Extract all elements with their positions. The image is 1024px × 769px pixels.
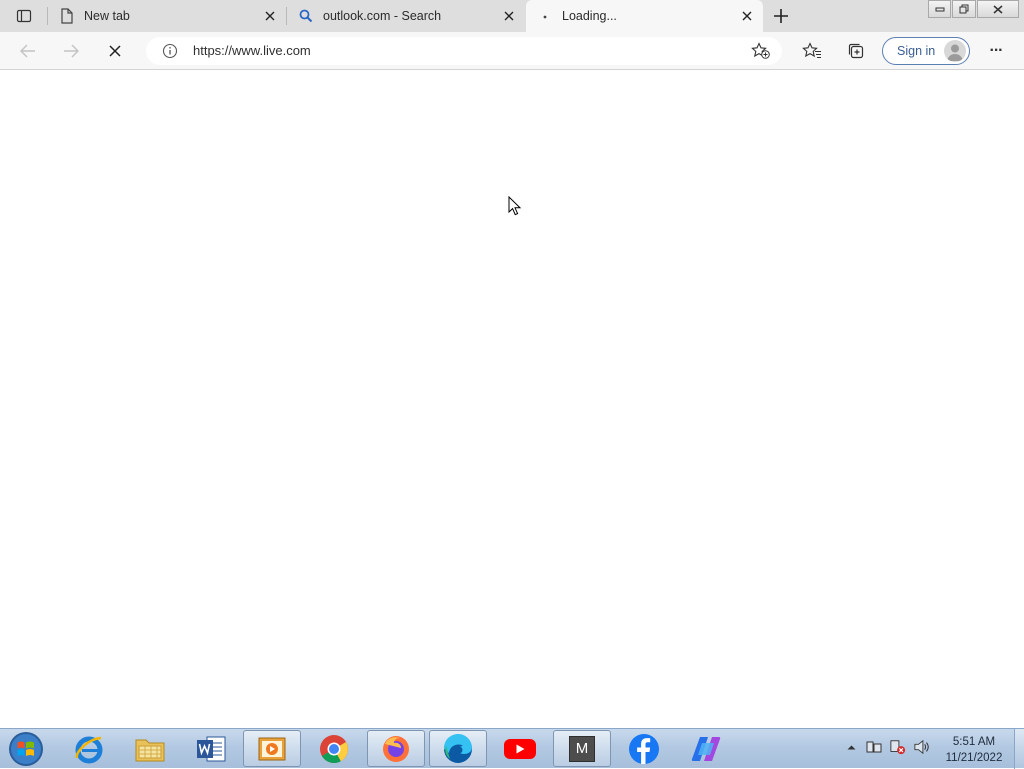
forward-button[interactable] <box>57 37 85 65</box>
site-info-icon[interactable] <box>162 43 178 59</box>
word-icon <box>197 736 226 761</box>
taskbar-word[interactable] <box>182 730 240 767</box>
m-app-letter: M <box>575 740 589 757</box>
close-window-button[interactable] <box>977 0 1019 18</box>
url-text[interactable]: https://www.live.com <box>193 43 311 58</box>
clock-time: 5:51 AM <box>952 736 996 748</box>
forward-arrow-icon <box>64 44 79 58</box>
tab-title: New tab <box>84 9 130 23</box>
clock-date: 11/21/2022 <box>945 752 1003 764</box>
close-icon <box>993 4 1003 14</box>
mouse-cursor-icon <box>508 196 522 216</box>
minimize-icon <box>935 7 944 12</box>
internet-explorer-icon <box>75 736 103 763</box>
show-desktop-button[interactable] <box>1014 729 1024 769</box>
sign-in-label: Sign in <box>897 44 936 58</box>
network-error-icon[interactable] <box>890 738 906 756</box>
collections-button[interactable] <box>842 37 870 65</box>
browser-toolbar: https://www.live.com Sign in ··· <box>0 32 1024 70</box>
restore-button[interactable] <box>952 0 976 18</box>
taskbar-firefox[interactable] <box>367 730 425 767</box>
m-app-icon: M <box>569 735 595 762</box>
close-tab-icon[interactable] <box>262 8 278 24</box>
address-bar[interactable]: https://www.live.com <box>146 37 782 65</box>
more-icon: ··· <box>989 42 1004 59</box>
chrome-icon <box>320 734 348 763</box>
page-content <box>0 71 1024 728</box>
taskbar-edge[interactable] <box>429 730 487 767</box>
new-tab-button[interactable] <box>768 4 794 28</box>
volume-icon[interactable] <box>914 738 930 756</box>
firefox-icon <box>383 735 409 762</box>
collections-icon <box>848 43 864 59</box>
favorites-icon <box>802 42 821 59</box>
taskbar-media-player[interactable] <box>243 730 301 767</box>
back-arrow-icon <box>20 44 35 58</box>
avatar <box>944 40 966 62</box>
stop-loading-button[interactable] <box>101 37 129 65</box>
youtube-icon <box>504 738 536 759</box>
restore-icon <box>959 4 968 14</box>
close-tab-icon[interactable] <box>739 8 755 24</box>
stop-icon <box>109 45 121 57</box>
add-favorite-icon[interactable] <box>750 41 772 61</box>
page-icon <box>59 8 75 24</box>
taskbar-youtube[interactable] <box>491 730 549 767</box>
minimize-button[interactable] <box>928 0 951 18</box>
taskbar-file-explorer[interactable] <box>121 730 179 767</box>
tab-new-tab[interactable]: New tab <box>48 0 286 32</box>
search-icon <box>298 8 314 24</box>
tab-actions-button[interactable] <box>8 4 40 28</box>
loading-dot-icon <box>537 8 553 24</box>
tray-device-icon[interactable] <box>866 738 882 756</box>
taskbar-chrome[interactable] <box>305 730 363 767</box>
chevron-up-icon <box>847 745 855 750</box>
sign-in-button[interactable]: Sign in <box>882 37 970 65</box>
tab-outlook-search[interactable]: outlook.com - Search <box>287 0 525 32</box>
edge-icon <box>443 733 472 763</box>
media-player-icon <box>258 737 286 760</box>
taskbar: M 5:51 AM 11/21/2022 <box>0 728 1024 769</box>
taskbar-facebook[interactable] <box>615 730 673 767</box>
taskbar-clock[interactable]: 5:51 AM 11/21/2022 <box>938 734 1010 766</box>
tab-loading[interactable]: Loading... <box>526 0 763 32</box>
taskbar-m-app[interactable]: M <box>553 730 611 767</box>
tab-title: outlook.com - Search <box>323 9 442 23</box>
settings-more-button[interactable]: ··· <box>982 37 1010 65</box>
folder-icon <box>135 739 165 761</box>
back-button[interactable] <box>14 37 42 65</box>
taskbar-internet-explorer[interactable] <box>60 730 118 767</box>
facebook-icon <box>629 733 659 764</box>
tab-strip: New tab outlook.com - Search Loading... <box>0 0 1024 32</box>
tab-title: Loading... <box>562 9 617 23</box>
show-hidden-icons-button[interactable] <box>843 738 859 756</box>
taskbar-copilot[interactable] <box>677 730 735 767</box>
copilot-icon <box>691 736 721 761</box>
favorites-button[interactable] <box>798 37 826 65</box>
start-button[interactable] <box>6 730 46 768</box>
tab-actions-icon <box>16 9 32 23</box>
plus-icon <box>774 9 788 23</box>
close-tab-icon[interactable] <box>501 8 517 24</box>
windows-start-icon <box>9 732 43 766</box>
